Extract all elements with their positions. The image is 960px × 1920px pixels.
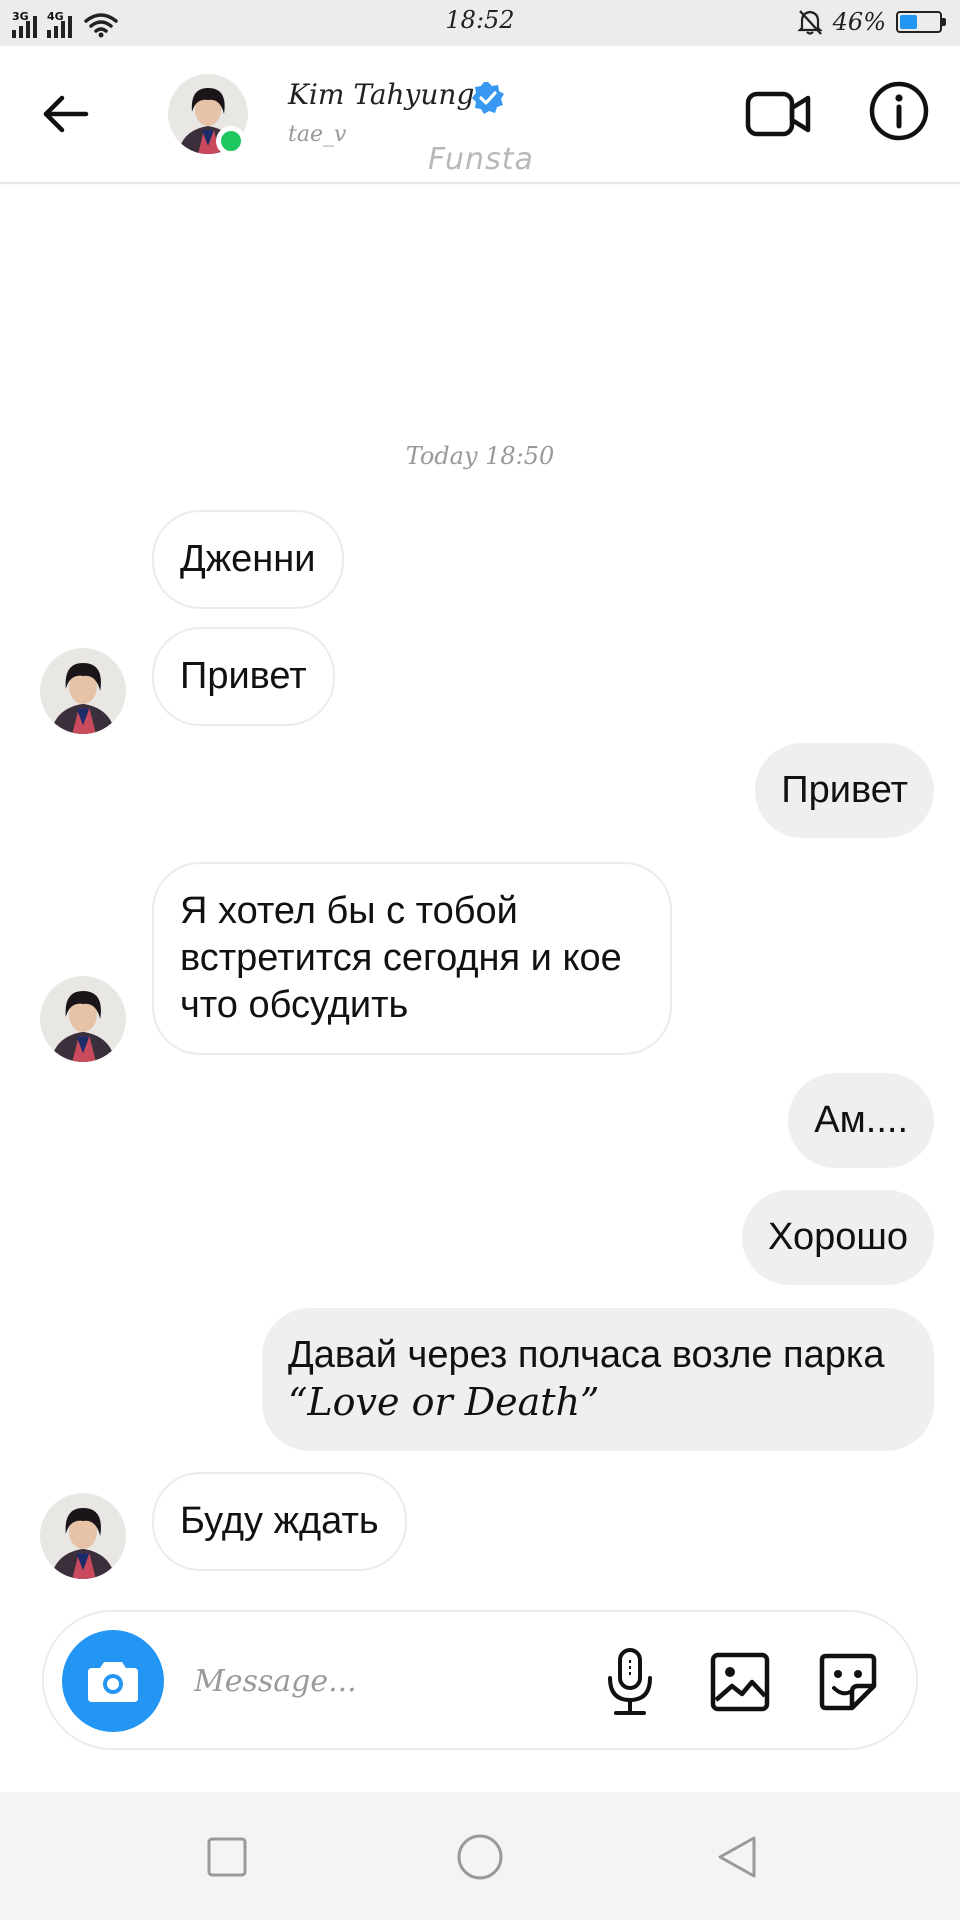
message-text: Дженни [180,538,316,580]
status-bar: 3G 4G 18:52 46% [0,0,960,46]
sticker-icon[interactable] [816,1650,880,1714]
mute-bell-icon [797,10,823,35]
info-icon[interactable] [868,80,930,142]
online-status-dot [216,126,246,156]
system-nav-bar [0,1792,960,1920]
message-text-quote: “Love or Death” [288,1380,600,1424]
sender-avatar[interactable] [40,1493,126,1579]
account-tag: Funsta [428,142,534,177]
message-bubble[interactable]: Ам.... [788,1073,934,1168]
message-text: Привет [180,655,307,697]
contact-handle: tae_v [288,122,347,147]
chat-header: Kim Tahyung tae_v Funsta [0,46,960,184]
camera-icon [88,1662,138,1702]
message-bubble[interactable]: Дженни [152,510,344,609]
message-bubble[interactable]: Привет [152,627,335,726]
microphone-icon[interactable] [600,1646,660,1718]
message-text: Ам.... [814,1099,908,1141]
message-text: Буду ждать [180,1500,379,1542]
video-camera-icon[interactable] [744,84,812,144]
message-composer [42,1610,918,1750]
back-arrow-icon[interactable] [40,88,92,140]
battery-level-fill [900,15,917,29]
verified-badge-icon [472,82,504,114]
message-bubble[interactable]: Привет [755,743,934,838]
battery-icon [896,11,946,33]
message-text: Я хотел бы с тобой встретится сегодня и … [180,890,622,1026]
message-bubble[interactable]: Я хотел бы с тобой встретится сегодня и … [152,862,672,1055]
message-text: Привет [781,769,908,811]
message-text: Хорошо [768,1216,908,1258]
contact-name[interactable]: Kim Tahyung [288,78,474,111]
sender-avatar[interactable] [40,648,126,734]
gallery-icon[interactable] [708,1650,772,1714]
recents-square-icon[interactable] [202,1832,252,1882]
battery-percentage: 46% [832,8,886,36]
message-bubble[interactable]: Хорошо [742,1190,934,1285]
message-text: Давай через полчаса возле парка [288,1334,885,1376]
chat-timestamp: Today 18:50 [405,442,555,470]
sender-avatar[interactable] [40,976,126,1062]
message-bubble[interactable]: Буду ждать [152,1472,407,1571]
camera-button[interactable] [62,1630,164,1732]
back-triangle-icon[interactable] [712,1832,762,1882]
message-input[interactable] [192,1652,616,1710]
message-bubble[interactable]: Давай через полчаса возле парка “Love or… [262,1308,934,1451]
home-circle-icon[interactable] [455,1832,505,1882]
